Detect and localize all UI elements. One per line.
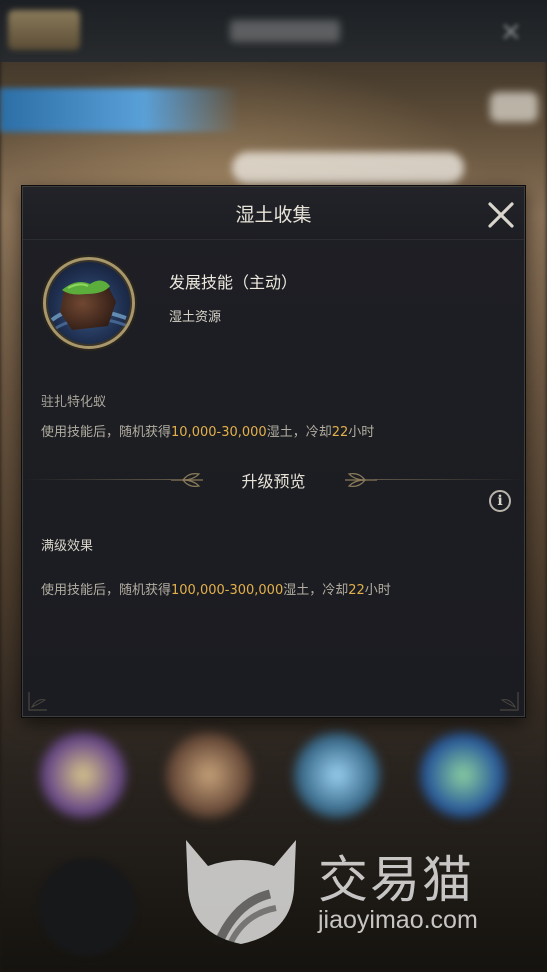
watermark: 交易猫 jiaoyimao.com [178, 832, 498, 952]
cat-logo-icon [178, 832, 304, 950]
corner-ornament-icon [498, 690, 520, 712]
max-cooldown: 22 [348, 583, 365, 598]
background-skill-circle [40, 732, 126, 818]
background-skill-circle [294, 732, 380, 818]
current-amount: 10,000-30,000 [171, 425, 267, 440]
upgrade-preview-title: 升级预览 [241, 472, 306, 491]
max-effect-text: 使用技能后，随机获得100,000-300,000湿土，冷却22小时 [41, 583, 391, 598]
divider-line-right [375, 479, 525, 480]
background-skill-circle [420, 732, 506, 818]
skill-type: 湿土资源 [169, 310, 222, 325]
skill-dialog: 湿土收集 发展技能（主动） 湿土资源 驻扎特化蚁 使用技能后，随机获得10,00… [22, 186, 525, 717]
info-icon[interactable]: i [489, 490, 511, 512]
current-cooldown: 22 [331, 425, 349, 440]
background-dark-circle [38, 858, 136, 956]
background-title [230, 20, 340, 42]
wet-soil-icon [43, 257, 135, 349]
background-close-icon: ✕ [500, 18, 522, 48]
watermark-brand: 交易猫 [318, 851, 474, 909]
dialog-title: 湿土收集 [235, 204, 312, 226]
watermark-url: jiaoyimao.com [318, 906, 478, 934]
unit-name: 驻扎特化蚁 [41, 395, 107, 410]
leaf-ornament-icon [339, 471, 379, 489]
background-banner [0, 88, 240, 132]
background-pill [232, 152, 464, 184]
background-back-button [8, 10, 80, 50]
current-effect-text: 使用技能后，随机获得10,000-30,000湿土，冷却22小时 [41, 425, 375, 440]
background-skill-circle [166, 732, 252, 818]
max-level-title: 满级效果 [41, 539, 94, 554]
skill-name: 发展技能（主动） [169, 273, 298, 292]
close-icon[interactable] [481, 195, 521, 235]
max-amount: 100,000-300,000 [171, 583, 284, 598]
corner-ornament-icon [27, 690, 49, 712]
dialog-header: 湿土收集 [23, 187, 524, 240]
background-pill-small [490, 92, 538, 122]
